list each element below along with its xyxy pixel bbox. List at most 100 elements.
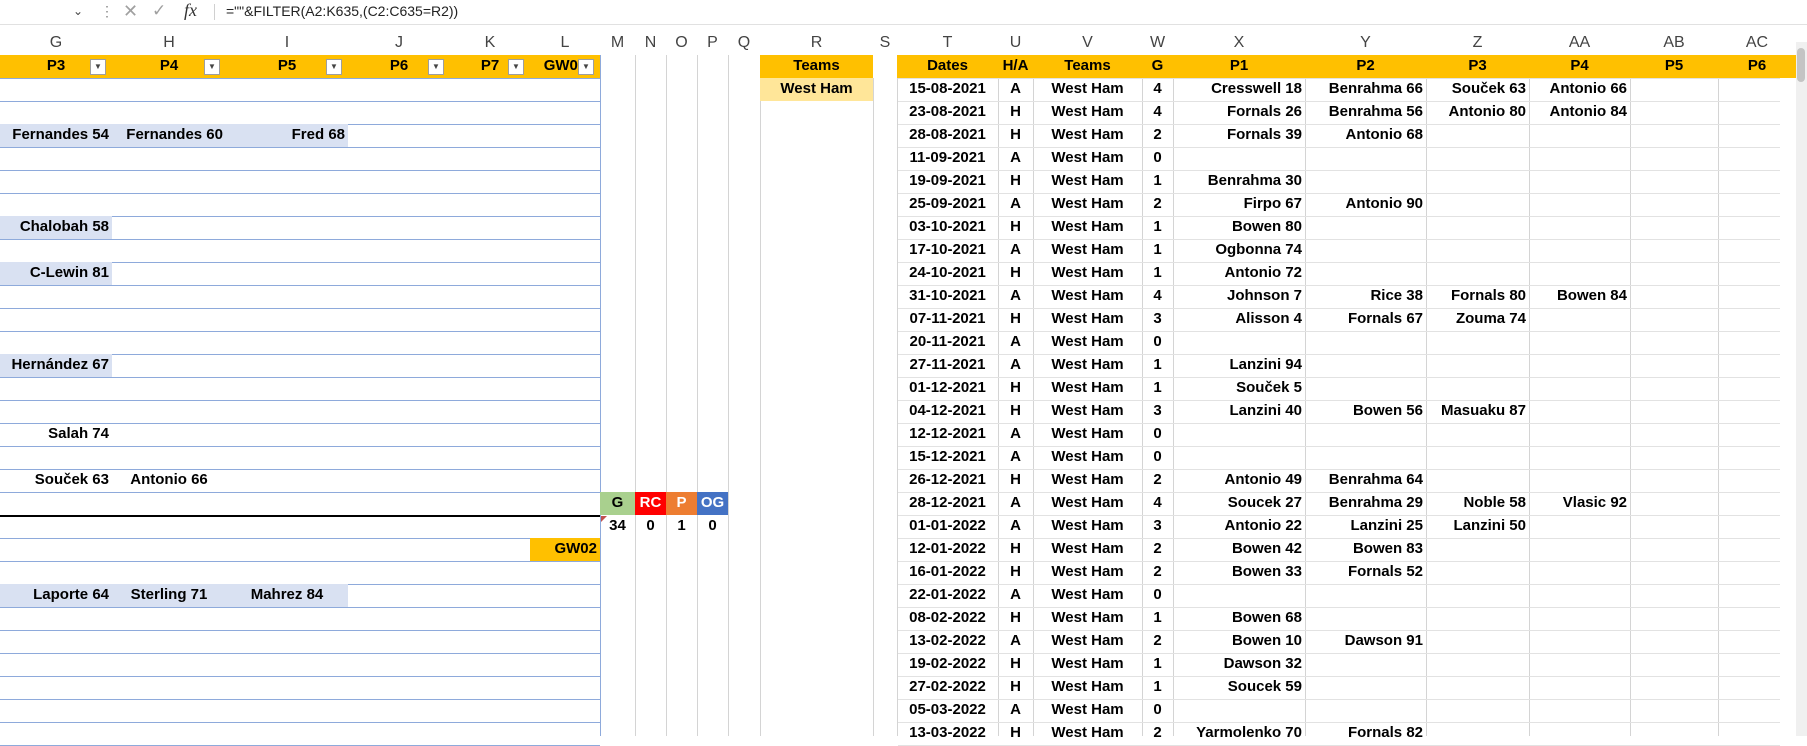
match-date[interactable]: 22-01-2022 — [897, 584, 998, 607]
stat-label[interactable]: P — [666, 492, 697, 515]
column-header-u[interactable]: U — [998, 32, 1033, 54]
goals[interactable]: 1 — [1142, 653, 1173, 676]
scorer-p1[interactable]: Lanzini 40 — [1173, 400, 1305, 423]
scorer-p4[interactable] — [1529, 354, 1630, 377]
scorer-p4[interactable] — [1529, 607, 1630, 630]
match-date[interactable]: 27-11-2021 — [897, 354, 998, 377]
scorer-cell[interactable]: Fernandes 60 — [112, 124, 226, 147]
scorer-cell[interactable]: Chalobah 58 — [0, 216, 112, 239]
goals[interactable]: 1 — [1142, 377, 1173, 400]
goals[interactable]: 4 — [1142, 492, 1173, 515]
scorer-p3[interactable] — [1426, 239, 1529, 262]
match-date[interactable]: 19-02-2022 — [897, 653, 998, 676]
scorer-p4[interactable] — [1529, 538, 1630, 561]
home-away[interactable]: H — [998, 722, 1033, 745]
match-date[interactable]: 15-08-2021 — [897, 78, 998, 101]
scorer-p1[interactable]: Bowen 10 — [1173, 630, 1305, 653]
scorer-p2[interactable] — [1305, 216, 1426, 239]
column-header-n[interactable]: N — [635, 32, 666, 54]
filter-dropdown-icon[interactable]: ▼ — [578, 59, 594, 75]
scorer-p3[interactable]: Souček 63 — [1426, 78, 1529, 101]
scorer-p4[interactable] — [1529, 423, 1630, 446]
scorer-p4[interactable] — [1529, 377, 1630, 400]
scorer-p2[interactable] — [1305, 699, 1426, 722]
column-header-q[interactable]: Q — [728, 32, 760, 54]
scorer-p3[interactable] — [1426, 331, 1529, 354]
home-away[interactable]: H — [998, 676, 1033, 699]
match-date[interactable]: 15-12-2021 — [897, 446, 998, 469]
gameweek-label[interactable]: GW02 — [530, 538, 600, 561]
column-header-t[interactable]: T — [897, 32, 998, 54]
home-away[interactable]: H — [998, 561, 1033, 584]
header-aa[interactable]: P4 — [1529, 55, 1630, 78]
scorer-p4[interactable] — [1529, 193, 1630, 216]
header-w[interactable]: G — [1142, 55, 1173, 78]
scorer-cell[interactable]: Laporte 64 — [0, 584, 112, 607]
home-away[interactable]: A — [998, 331, 1033, 354]
scorer-p1[interactable]: Cresswell 18 — [1173, 78, 1305, 101]
scorer-p3[interactable] — [1426, 630, 1529, 653]
scorer-p3[interactable] — [1426, 262, 1529, 285]
scorer-p4[interactable]: Vlasic 92 — [1529, 492, 1630, 515]
scorer-p2[interactable]: Fornals 52 — [1305, 561, 1426, 584]
scorer-p1[interactable] — [1173, 699, 1305, 722]
home-away[interactable]: H — [998, 469, 1033, 492]
home-away[interactable]: H — [998, 101, 1033, 124]
home-away[interactable]: A — [998, 492, 1033, 515]
scorer-p4[interactable]: Antonio 84 — [1529, 101, 1630, 124]
scorer-p2[interactable] — [1305, 331, 1426, 354]
match-date[interactable]: 23-08-2021 — [897, 101, 998, 124]
scorer-cell[interactable]: Fred 68 — [226, 124, 348, 147]
match-date[interactable]: 05-03-2022 — [897, 699, 998, 722]
scorer-p3[interactable] — [1426, 147, 1529, 170]
goals[interactable]: 0 — [1142, 446, 1173, 469]
team-name[interactable]: West Ham — [1033, 630, 1142, 653]
confirm-icon[interactable]: ✓ — [152, 1, 166, 21]
scorer-p3[interactable]: Zouma 74 — [1426, 308, 1529, 331]
scorer-p2[interactable]: Benrahma 56 — [1305, 101, 1426, 124]
team-name[interactable]: West Ham — [1033, 285, 1142, 308]
scorer-p4[interactable] — [1529, 331, 1630, 354]
scorer-p1[interactable]: Johnson 7 — [1173, 285, 1305, 308]
home-away[interactable]: H — [998, 607, 1033, 630]
goals[interactable]: 2 — [1142, 193, 1173, 216]
scorer-cell[interactable]: Mahrez 84 — [226, 584, 348, 607]
column-header-s[interactable]: S — [873, 32, 897, 54]
scorer-p2[interactable]: Dawson 91 — [1305, 630, 1426, 653]
column-header-r[interactable]: R — [760, 32, 873, 54]
column-header-y[interactable]: Y — [1305, 32, 1426, 54]
team-name[interactable]: West Ham — [1033, 377, 1142, 400]
scorer-p4[interactable] — [1529, 239, 1630, 262]
column-header-i[interactable]: I — [226, 32, 348, 54]
goals[interactable]: 1 — [1142, 239, 1173, 262]
scorer-p2[interactable] — [1305, 354, 1426, 377]
scorer-p3[interactable] — [1426, 124, 1529, 147]
scorer-p1[interactable]: Alisson 4 — [1173, 308, 1305, 331]
team-name[interactable]: West Ham — [1033, 170, 1142, 193]
scorer-p3[interactable] — [1426, 216, 1529, 239]
scorer-p3[interactable] — [1426, 446, 1529, 469]
scorer-p3[interactable] — [1426, 469, 1529, 492]
home-away[interactable]: H — [998, 262, 1033, 285]
scorer-p1[interactable] — [1173, 446, 1305, 469]
match-date[interactable]: 08-02-2022 — [897, 607, 998, 630]
team-name[interactable]: West Ham — [1033, 78, 1142, 101]
scorer-p4[interactable] — [1529, 170, 1630, 193]
match-date[interactable]: 20-11-2021 — [897, 331, 998, 354]
cancel-icon[interactable]: ✕ — [123, 1, 138, 21]
home-away[interactable]: A — [998, 423, 1033, 446]
goals[interactable]: 4 — [1142, 285, 1173, 308]
scorer-p1[interactable]: Soucek 59 — [1173, 676, 1305, 699]
match-date[interactable]: 04-12-2021 — [897, 400, 998, 423]
home-away[interactable]: H — [998, 216, 1033, 239]
column-header-h[interactable]: H — [112, 32, 226, 54]
goals[interactable]: 2 — [1142, 469, 1173, 492]
match-date[interactable]: 17-10-2021 — [897, 239, 998, 262]
scorer-p1[interactable]: Yarmolenko 70 — [1173, 722, 1305, 745]
scorer-p1[interactable] — [1173, 584, 1305, 607]
scorer-p1[interactable]: Antonio 72 — [1173, 262, 1305, 285]
home-away[interactable]: H — [998, 124, 1033, 147]
home-away[interactable]: A — [998, 699, 1033, 722]
scorer-p3[interactable] — [1426, 653, 1529, 676]
match-date[interactable]: 12-12-2021 — [897, 423, 998, 446]
